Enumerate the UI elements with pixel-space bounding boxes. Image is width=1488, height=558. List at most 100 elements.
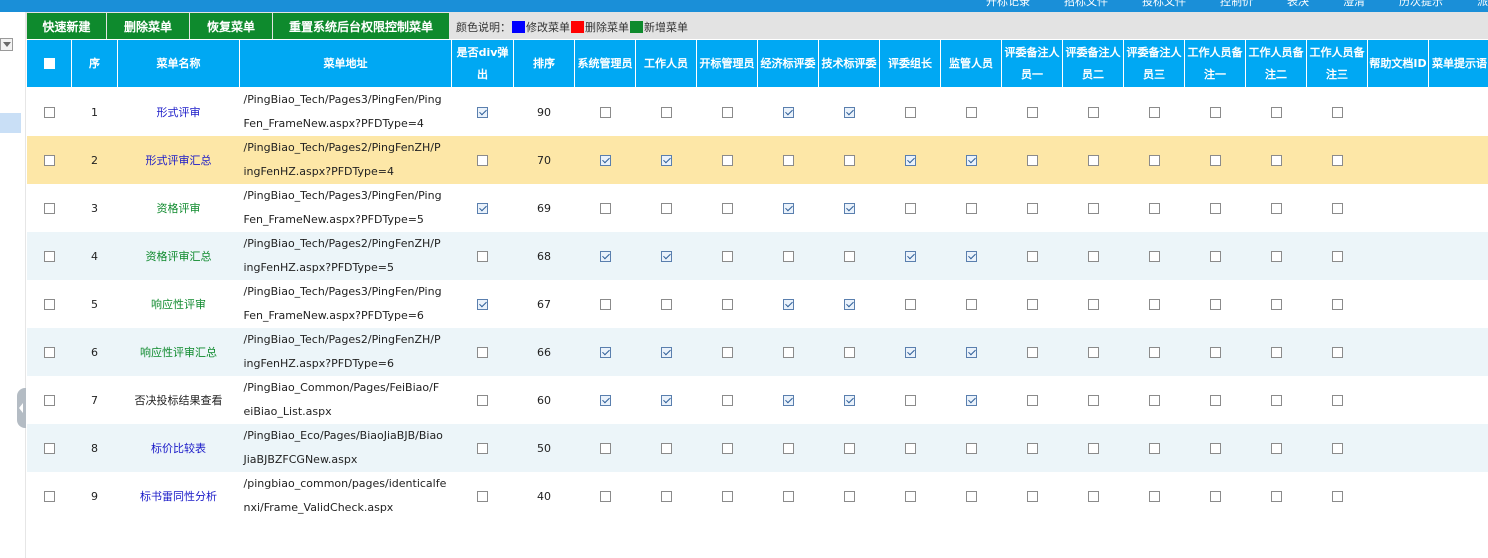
- table-row[interactable]: 6 响应性评审汇总/PingBiao_Tech/Pages2/PingFenZH/…: [26, 328, 1488, 376]
- role-permission-checkbox[interactable]: [1270, 251, 1282, 262]
- role-permission-checkbox[interactable]: [1331, 155, 1343, 166]
- role-permission-checkbox[interactable]: [1331, 299, 1343, 310]
- role-permission-checkbox[interactable]: [1270, 443, 1282, 454]
- sidebar-dropdown-toggle[interactable]: [0, 38, 13, 51]
- role-permission-checkbox[interactable]: [904, 395, 916, 406]
- role-permission-checkbox[interactable]: [904, 155, 916, 166]
- role-permission-checkbox[interactable]: [721, 203, 733, 214]
- role-permission-checkbox[interactable]: [599, 491, 611, 502]
- table-row[interactable]: 7 否决投标结果查看/PingBiao_Common/Pages/FeiBiao/…: [27, 376, 1488, 424]
- role-permission-checkbox[interactable]: [1209, 251, 1221, 262]
- role-permission-checkbox[interactable]: [1148, 347, 1160, 358]
- row-select-checkbox[interactable]: [43, 443, 55, 454]
- role-permission-checkbox[interactable]: [1209, 299, 1221, 310]
- role-permission-checkbox[interactable]: [843, 347, 855, 358]
- role-permission-checkbox[interactable]: [1270, 203, 1282, 214]
- sidebar-collapse-handle-icon[interactable]: [17, 388, 26, 428]
- role-permission-checkbox[interactable]: [660, 443, 672, 454]
- role-permission-checkbox[interactable]: [782, 347, 794, 358]
- role-permission-checkbox[interactable]: [1331, 395, 1343, 406]
- role-permission-checkbox[interactable]: [1087, 443, 1099, 454]
- delete-menu-button[interactable]: 删除菜单: [107, 13, 190, 39]
- role-permission-checkbox[interactable]: [1026, 395, 1038, 406]
- role-permission-checkbox[interactable]: [660, 347, 672, 358]
- role-permission-checkbox[interactable]: [660, 203, 672, 214]
- row-select-checkbox[interactable]: [43, 347, 55, 358]
- role-permission-checkbox[interactable]: [1087, 107, 1099, 118]
- role-permission-checkbox[interactable]: [782, 107, 794, 118]
- role-permission-checkbox[interactable]: [1209, 347, 1221, 358]
- role-permission-checkbox[interactable]: [1148, 203, 1160, 214]
- role-permission-checkbox[interactable]: [721, 251, 733, 262]
- top-nav-link[interactable]: 投标文件: [1142, 0, 1186, 9]
- row-select-checkbox[interactable]: [43, 395, 55, 406]
- top-nav-link[interactable]: 历次提示: [1399, 0, 1443, 9]
- select-all-checkbox[interactable]: [43, 58, 55, 69]
- div-popup-checkbox[interactable]: [477, 155, 488, 166]
- role-permission-checkbox[interactable]: [1148, 107, 1160, 118]
- row-select-checkbox[interactable]: [43, 251, 55, 262]
- role-permission-checkbox[interactable]: [1270, 299, 1282, 310]
- role-permission-checkbox[interactable]: [1026, 251, 1038, 262]
- role-permission-checkbox[interactable]: [843, 395, 855, 406]
- row-select-checkbox[interactable]: [43, 203, 55, 214]
- role-permission-checkbox[interactable]: [904, 347, 916, 358]
- menu-name[interactable]: 形式评审: [118, 88, 240, 137]
- role-permission-checkbox[interactable]: [1087, 491, 1099, 502]
- top-nav-link[interactable]: 派: [1477, 0, 1488, 9]
- role-permission-checkbox[interactable]: [782, 251, 794, 262]
- role-permission-checkbox[interactable]: [1209, 491, 1221, 502]
- role-permission-checkbox[interactable]: [1087, 203, 1099, 214]
- role-permission-checkbox[interactable]: [1087, 395, 1099, 406]
- div-popup-checkbox[interactable]: [477, 203, 488, 214]
- role-permission-checkbox[interactable]: [599, 251, 611, 262]
- menu-name[interactable]: 响应性评审: [118, 280, 240, 328]
- role-permission-checkbox[interactable]: [1270, 155, 1282, 166]
- role-permission-checkbox[interactable]: [843, 107, 855, 118]
- role-permission-checkbox[interactable]: [1270, 491, 1282, 502]
- table-row[interactable]: 1 形式评审/PingBiao_Tech/Pages3/PingFen/Ping F…: [27, 88, 1488, 137]
- role-permission-checkbox[interactable]: [904, 443, 916, 454]
- role-permission-checkbox[interactable]: [965, 443, 977, 454]
- row-select-checkbox[interactable]: [43, 491, 55, 502]
- div-popup-checkbox[interactable]: [477, 299, 488, 310]
- role-permission-checkbox[interactable]: [660, 491, 672, 502]
- role-permission-checkbox[interactable]: [965, 107, 977, 118]
- role-permission-checkbox[interactable]: [1148, 251, 1160, 262]
- row-select-checkbox[interactable]: [43, 107, 55, 118]
- div-popup-checkbox[interactable]: [477, 107, 488, 118]
- role-permission-checkbox[interactable]: [599, 395, 611, 406]
- div-popup-checkbox[interactable]: [477, 443, 488, 454]
- role-permission-checkbox[interactable]: [1087, 299, 1099, 310]
- role-permission-checkbox[interactable]: [965, 203, 977, 214]
- quick-new-button[interactable]: 快速新建: [27, 13, 107, 39]
- role-permission-checkbox[interactable]: [1331, 443, 1343, 454]
- div-popup-checkbox[interactable]: [477, 395, 488, 406]
- top-nav-link[interactable]: 招标文件: [1064, 0, 1108, 9]
- role-permission-checkbox[interactable]: [782, 491, 794, 502]
- role-permission-checkbox[interactable]: [1026, 443, 1038, 454]
- div-popup-checkbox[interactable]: [477, 347, 488, 358]
- div-popup-checkbox[interactable]: [477, 491, 488, 502]
- role-permission-checkbox[interactable]: [721, 299, 733, 310]
- role-permission-checkbox[interactable]: [904, 107, 916, 118]
- menu-name[interactable]: 标书雷同性分析: [118, 472, 240, 520]
- role-permission-checkbox[interactable]: [599, 299, 611, 310]
- sidebar-selected-item[interactable]: [0, 113, 21, 133]
- role-permission-checkbox[interactable]: [721, 491, 733, 502]
- role-permission-checkbox[interactable]: [782, 443, 794, 454]
- role-permission-checkbox[interactable]: [660, 155, 672, 166]
- role-permission-checkbox[interactable]: [965, 395, 977, 406]
- role-permission-checkbox[interactable]: [904, 491, 916, 502]
- role-permission-checkbox[interactable]: [1331, 107, 1343, 118]
- role-permission-checkbox[interactable]: [843, 251, 855, 262]
- role-permission-checkbox[interactable]: [721, 107, 733, 118]
- row-select-checkbox[interactable]: [43, 299, 55, 310]
- role-permission-checkbox[interactable]: [1209, 443, 1221, 454]
- role-permission-checkbox[interactable]: [1148, 443, 1160, 454]
- role-permission-checkbox[interactable]: [1026, 107, 1038, 118]
- role-permission-checkbox[interactable]: [1331, 347, 1343, 358]
- menu-name[interactable]: 形式评审汇总: [117, 136, 240, 184]
- role-permission-checkbox[interactable]: [599, 347, 611, 358]
- table-row[interactable]: 4 资格评审汇总/PingBiao_Tech/Pages2/PingFenZH/P…: [26, 232, 1488, 280]
